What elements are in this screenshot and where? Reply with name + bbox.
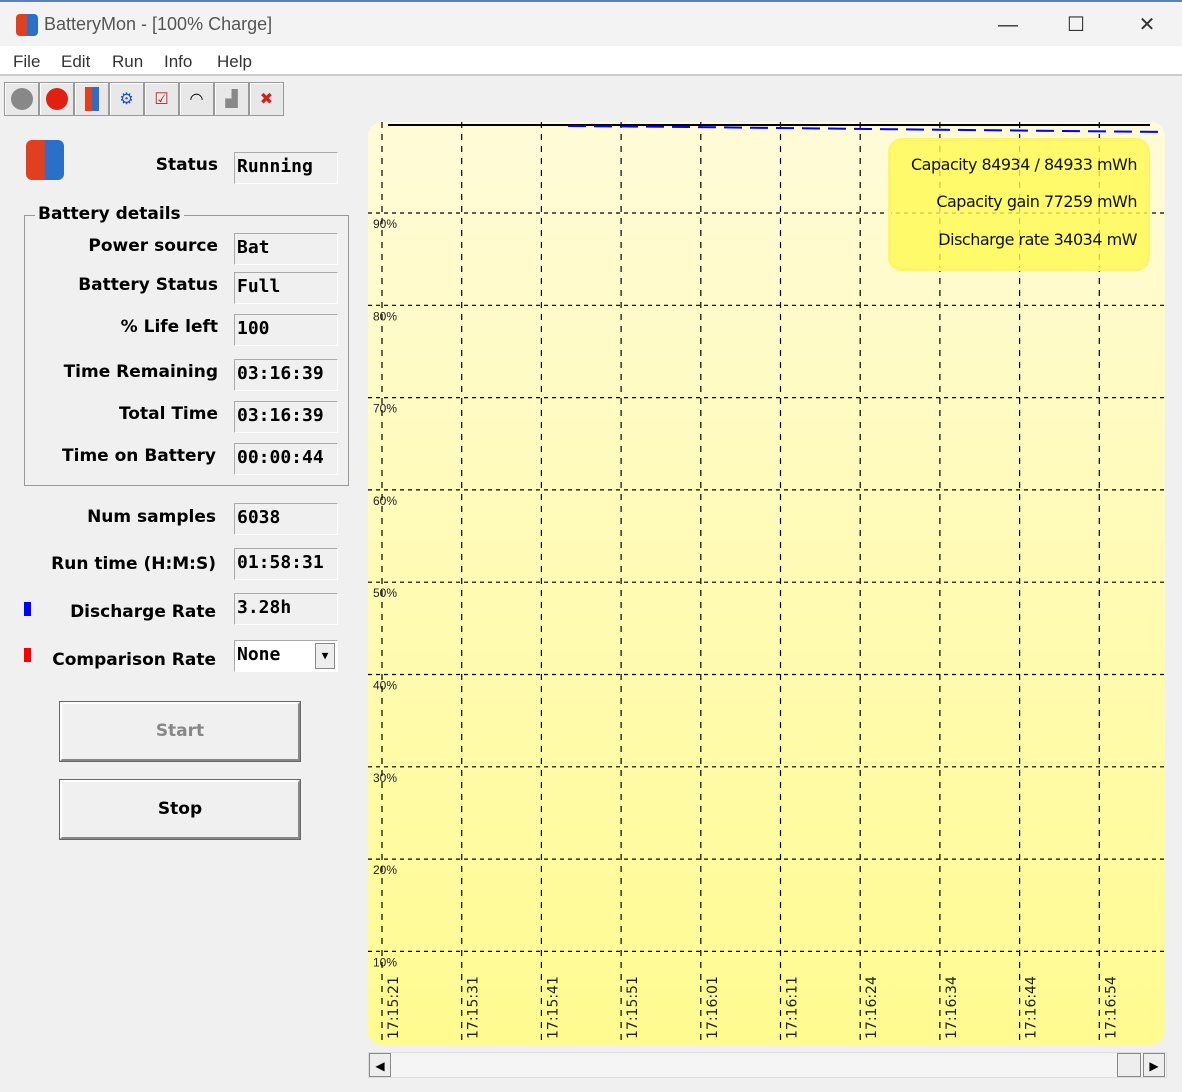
time-on-battery-label: Time on Battery [62, 446, 216, 466]
x-tick-label: 17:16:01 [705, 976, 721, 1039]
menu-file[interactable]: File [13, 52, 40, 72]
life-left-value: 100 [234, 314, 338, 346]
status-value: Running [234, 152, 338, 184]
info-box: Capacity 84934 / 84933 mWh Capacity gain… [888, 138, 1150, 271]
plug-icon[interactable]: ▟ [214, 82, 249, 116]
stop-sign-icon[interactable] [39, 82, 74, 116]
run-time-value: 01:58:31 [234, 548, 338, 580]
capacity-gain-info: Capacity gain 77259 mWh [936, 192, 1137, 211]
status-label: Status [155, 155, 218, 175]
chevron-down-icon[interactable]: ▼ [315, 643, 335, 669]
y-tick-label: 10% [373, 955, 397, 969]
close-button[interactable]: ✕ [1127, 10, 1167, 40]
title-bar: BatteryMon - [100% Charge] — ☐ ✕ [0, 0, 1182, 46]
comparison-value: None [237, 644, 281, 665]
battery-status-value: Full [234, 272, 338, 304]
y-tick-label: 90% [373, 217, 397, 231]
total-time-value: 03:16:39 [234, 401, 338, 433]
power-source-label: Power source [88, 236, 218, 256]
scroll-right-button[interactable]: ▶ [1143, 1053, 1165, 1077]
life-left-label: % Life left [120, 317, 218, 337]
remove-icon[interactable]: ✖ [249, 82, 284, 116]
app-icon [16, 14, 38, 36]
x-tick-label: 17:15:21 [386, 976, 402, 1039]
gauge-icon[interactable]: ◠ [179, 82, 214, 116]
start-button[interactable]: Start [59, 701, 301, 762]
x-tick-label: 17:15:51 [625, 976, 641, 1039]
battery-status-label: Battery Status [78, 275, 218, 295]
stop-gray-icon[interactable] [4, 82, 39, 116]
discharge-series-line [567, 125, 1165, 133]
time-remaining-value: 03:16:39 [234, 359, 338, 391]
gear-info-icon[interactable]: ⚙ [109, 82, 144, 116]
x-tick-label: 17:16:44 [1024, 976, 1040, 1039]
maximize-button[interactable]: ☐ [1056, 10, 1096, 40]
y-tick-label: 80% [373, 309, 397, 323]
menu-help[interactable]: Help [217, 52, 252, 72]
run-time-label: Run time (H:M:S) [51, 554, 216, 574]
total-time-label: Total Time [118, 404, 218, 424]
y-tick-label: 40% [373, 679, 397, 693]
x-tick-label: 17:16:24 [864, 976, 880, 1039]
window-title: BatteryMon - [100% Charge] [44, 14, 273, 34]
scroll-left-button[interactable]: ◀ [369, 1053, 391, 1077]
x-tick-label: 17:16:11 [785, 976, 801, 1039]
comparison-label: Comparison Rate [52, 650, 216, 670]
power-source-value: Bat [234, 233, 338, 265]
x-tick-label: 17:15:31 [466, 976, 482, 1039]
y-tick-label: 50% [373, 586, 397, 600]
x-tick-label: 17:16:54 [1103, 976, 1119, 1039]
discharge-rate-info: Discharge rate 34034 mW [938, 230, 1137, 249]
y-tick-label: 20% [373, 863, 397, 877]
menu-edit[interactable]: Edit [61, 52, 90, 72]
x-tick-label: 17:16:34 [944, 976, 960, 1039]
x-tick-label: 17:15:41 [545, 976, 561, 1039]
time-on-battery-value: 00:00:44 [234, 443, 338, 475]
discharge-rate-value: 3.28h [234, 593, 338, 625]
menu-info[interactable]: Info [164, 52, 192, 72]
capacity-info: Capacity 84934 / 84933 mWh [911, 155, 1138, 174]
comparison-color-swatch [24, 648, 31, 662]
num-samples-label: Num samples [87, 507, 216, 527]
y-tick-label: 60% [373, 494, 397, 508]
y-tick-label: 30% [373, 771, 397, 785]
scroll-thumb[interactable] [1117, 1053, 1141, 1077]
toolbar: ⚙ ☑ ◠ ▟ ✖ [4, 82, 284, 116]
checklist-icon[interactable]: ☑ [144, 82, 179, 116]
discharge-rate-label: Discharge Rate [70, 602, 216, 622]
battery-icon[interactable] [74, 82, 109, 116]
menu-bar: File Edit Run Info Help [0, 46, 1182, 76]
menu-run[interactable]: Run [112, 52, 143, 72]
stop-button[interactable]: Stop [59, 779, 301, 840]
time-remaining-label: Time Remaining [63, 362, 218, 382]
num-samples-value: 6038 [234, 503, 338, 535]
comparison-label-box: Comparison Rate [40, 650, 216, 680]
horizontal-scrollbar[interactable]: ◀ ▶ [368, 1052, 1167, 1078]
minimize-button[interactable]: — [988, 10, 1028, 40]
comparison-select[interactable]: None ▼ [234, 640, 338, 672]
battery-details-title: Battery details [35, 204, 184, 224]
discharge-color-swatch [24, 602, 31, 616]
battery-logo-icon [26, 140, 64, 180]
y-tick-label: 70% [373, 402, 397, 416]
